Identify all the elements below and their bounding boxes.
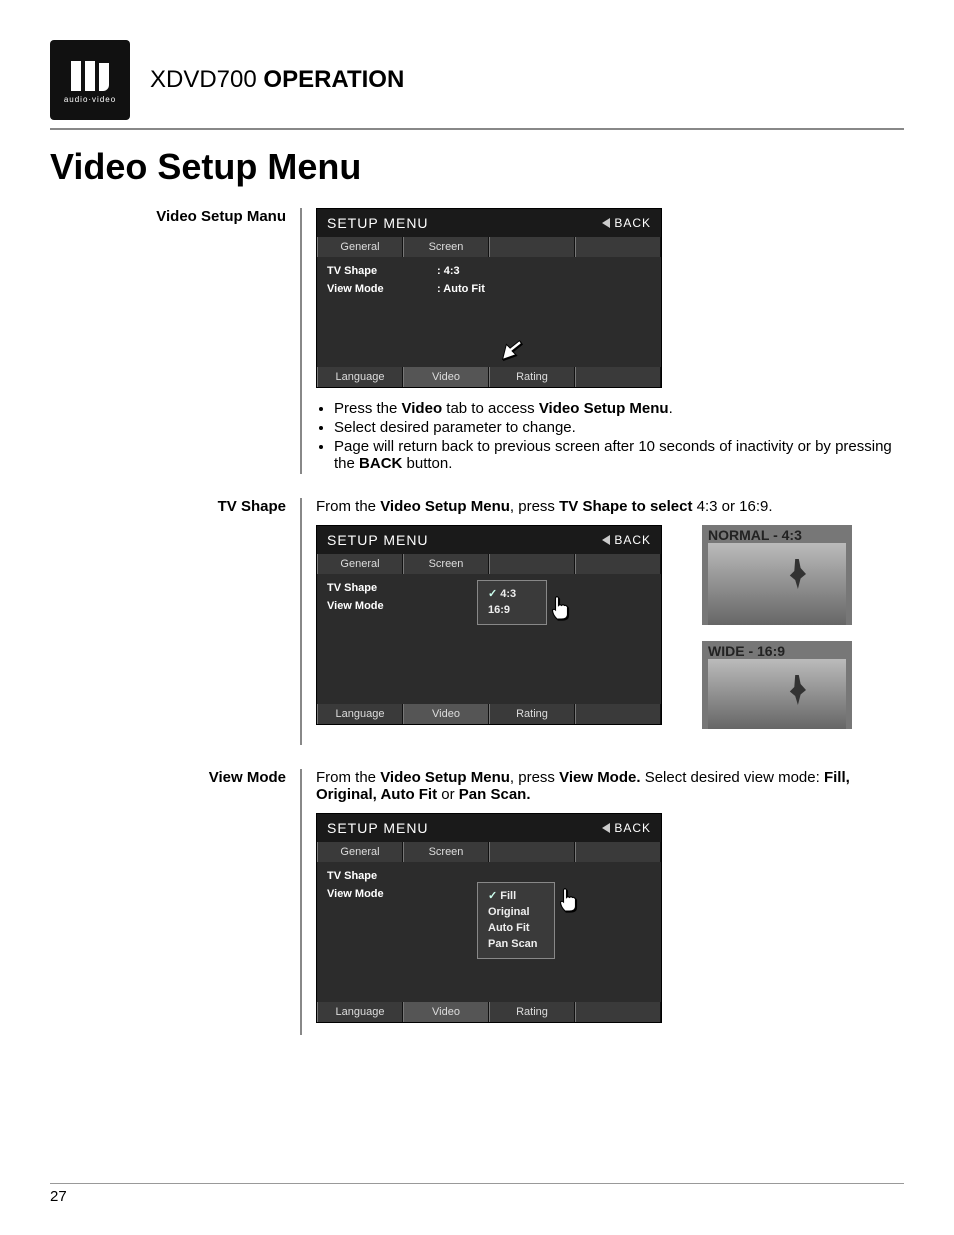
section-heading: View Mode (50, 769, 300, 1035)
brand-logo: audio·video (50, 40, 130, 120)
tab-empty (575, 842, 661, 862)
tab-empty (575, 554, 661, 574)
thumb-normal-43: NORMAL - 4:3 (702, 525, 852, 625)
section-heading: Video Setup Manu (50, 208, 300, 474)
view-mode-dropdown[interactable]: Fill Original Auto Fit Pan Scan (477, 882, 555, 959)
header-title: XDVD700 OPERATION (150, 66, 404, 94)
bottom-tab-rating[interactable]: Rating (489, 1002, 575, 1022)
back-button[interactable]: BACK (602, 215, 651, 231)
tab-general[interactable]: General (317, 842, 403, 862)
section-video-setup-manu: Video Setup Manu SETUP MENU BACK General… (50, 208, 904, 474)
bottom-tab-video[interactable]: Video (403, 704, 489, 724)
brand-logo-subtext: audio·video (64, 95, 116, 104)
aspect-thumbnails: NORMAL - 4:3 WIDE - 16:9 (702, 525, 852, 745)
setup-menu-title: SETUP MENU (327, 820, 429, 836)
row-label: View Mode (327, 888, 397, 900)
bottom-tab-video[interactable]: Video (403, 1002, 489, 1022)
dropdown-option[interactable]: Pan Scan (484, 936, 542, 952)
tab-screen[interactable]: Screen (403, 237, 489, 257)
section-tv-shape: TV Shape From the Video Setup Menu, pres… (50, 498, 904, 745)
bottom-tab-language[interactable]: Language (317, 704, 403, 724)
setup-menu-screenshot-1: SETUP MENU BACK General Screen TV Shape:… (316, 208, 662, 388)
tab-empty (489, 554, 575, 574)
row-label: TV Shape (327, 870, 397, 882)
tab-screen[interactable]: Screen (403, 842, 489, 862)
dropdown-option[interactable]: Auto Fit (484, 920, 542, 936)
row-value: : 4:3 (437, 265, 460, 277)
setup-menu-screenshot-3: SETUP MENU BACK General Screen TV Shape … (316, 813, 662, 1023)
bottom-tab-video[interactable]: Video (403, 367, 489, 387)
tab-general[interactable]: General (317, 237, 403, 257)
row-label: TV Shape (327, 582, 397, 594)
list-item: Press the Video tab to access Video Setu… (334, 400, 904, 417)
bottom-tab-empty (575, 1002, 661, 1022)
bottom-tab-language[interactable]: Language (317, 367, 403, 387)
row-label: View Mode (327, 600, 397, 612)
tab-general[interactable]: General (317, 554, 403, 574)
header-model: XDVD700 (150, 66, 257, 93)
instruction-list: Press the Video tab to access Video Setu… (334, 400, 904, 472)
dropdown-option[interactable]: 16:9 (484, 602, 534, 618)
page-number: 27 (50, 1183, 904, 1205)
setup-menu-title: SETUP MENU (327, 532, 429, 548)
back-button[interactable]: BACK (602, 532, 651, 548)
back-button[interactable]: BACK (602, 820, 651, 836)
bottom-tab-empty (575, 367, 661, 387)
bottom-tab-rating[interactable]: Rating (489, 367, 575, 387)
row-label: TV Shape (327, 265, 397, 277)
bottom-tab-language[interactable]: Language (317, 1002, 403, 1022)
page-header: audio·video XDVD700 OPERATION (50, 40, 904, 120)
dropdown-option[interactable]: Original (484, 904, 542, 920)
row-value: : Auto Fit (437, 283, 485, 295)
pointer-hand-icon (545, 592, 575, 622)
tab-empty (575, 237, 661, 257)
setup-menu-screenshot-2: SETUP MENU BACK General Screen TV Shape … (316, 525, 662, 725)
thumb-wide-169: WIDE - 16:9 (702, 641, 852, 729)
row-label: View Mode (327, 283, 397, 295)
list-item: Page will return back to previous screen… (334, 438, 904, 472)
dropdown-option[interactable]: Fill (484, 887, 542, 904)
list-item: Select desired parameter to change. (334, 419, 904, 436)
tv-shape-dropdown[interactable]: 4:3 16:9 (477, 580, 547, 625)
header-divider (50, 128, 904, 130)
tab-screen[interactable]: Screen (403, 554, 489, 574)
bottom-tab-rating[interactable]: Rating (489, 704, 575, 724)
tab-empty (489, 842, 575, 862)
bottom-tab-empty (575, 704, 661, 724)
tab-empty (489, 237, 575, 257)
back-icon (602, 535, 610, 545)
pointer-icon (497, 335, 527, 365)
section-heading: TV Shape (50, 498, 300, 745)
instruction-text: From the Video Setup Menu, press TV Shap… (316, 498, 904, 515)
header-word: OPERATION (263, 66, 404, 93)
back-icon (602, 218, 610, 228)
pointer-hand-icon (553, 884, 583, 914)
page-title: Video Setup Menu (50, 146, 904, 188)
section-view-mode: View Mode From the Video Setup Menu, pre… (50, 769, 904, 1035)
setup-menu-title: SETUP MENU (327, 215, 429, 231)
back-icon (602, 823, 610, 833)
dropdown-option[interactable]: 4:3 (484, 585, 534, 602)
instruction-text: From the Video Setup Menu, press View Mo… (316, 769, 904, 803)
